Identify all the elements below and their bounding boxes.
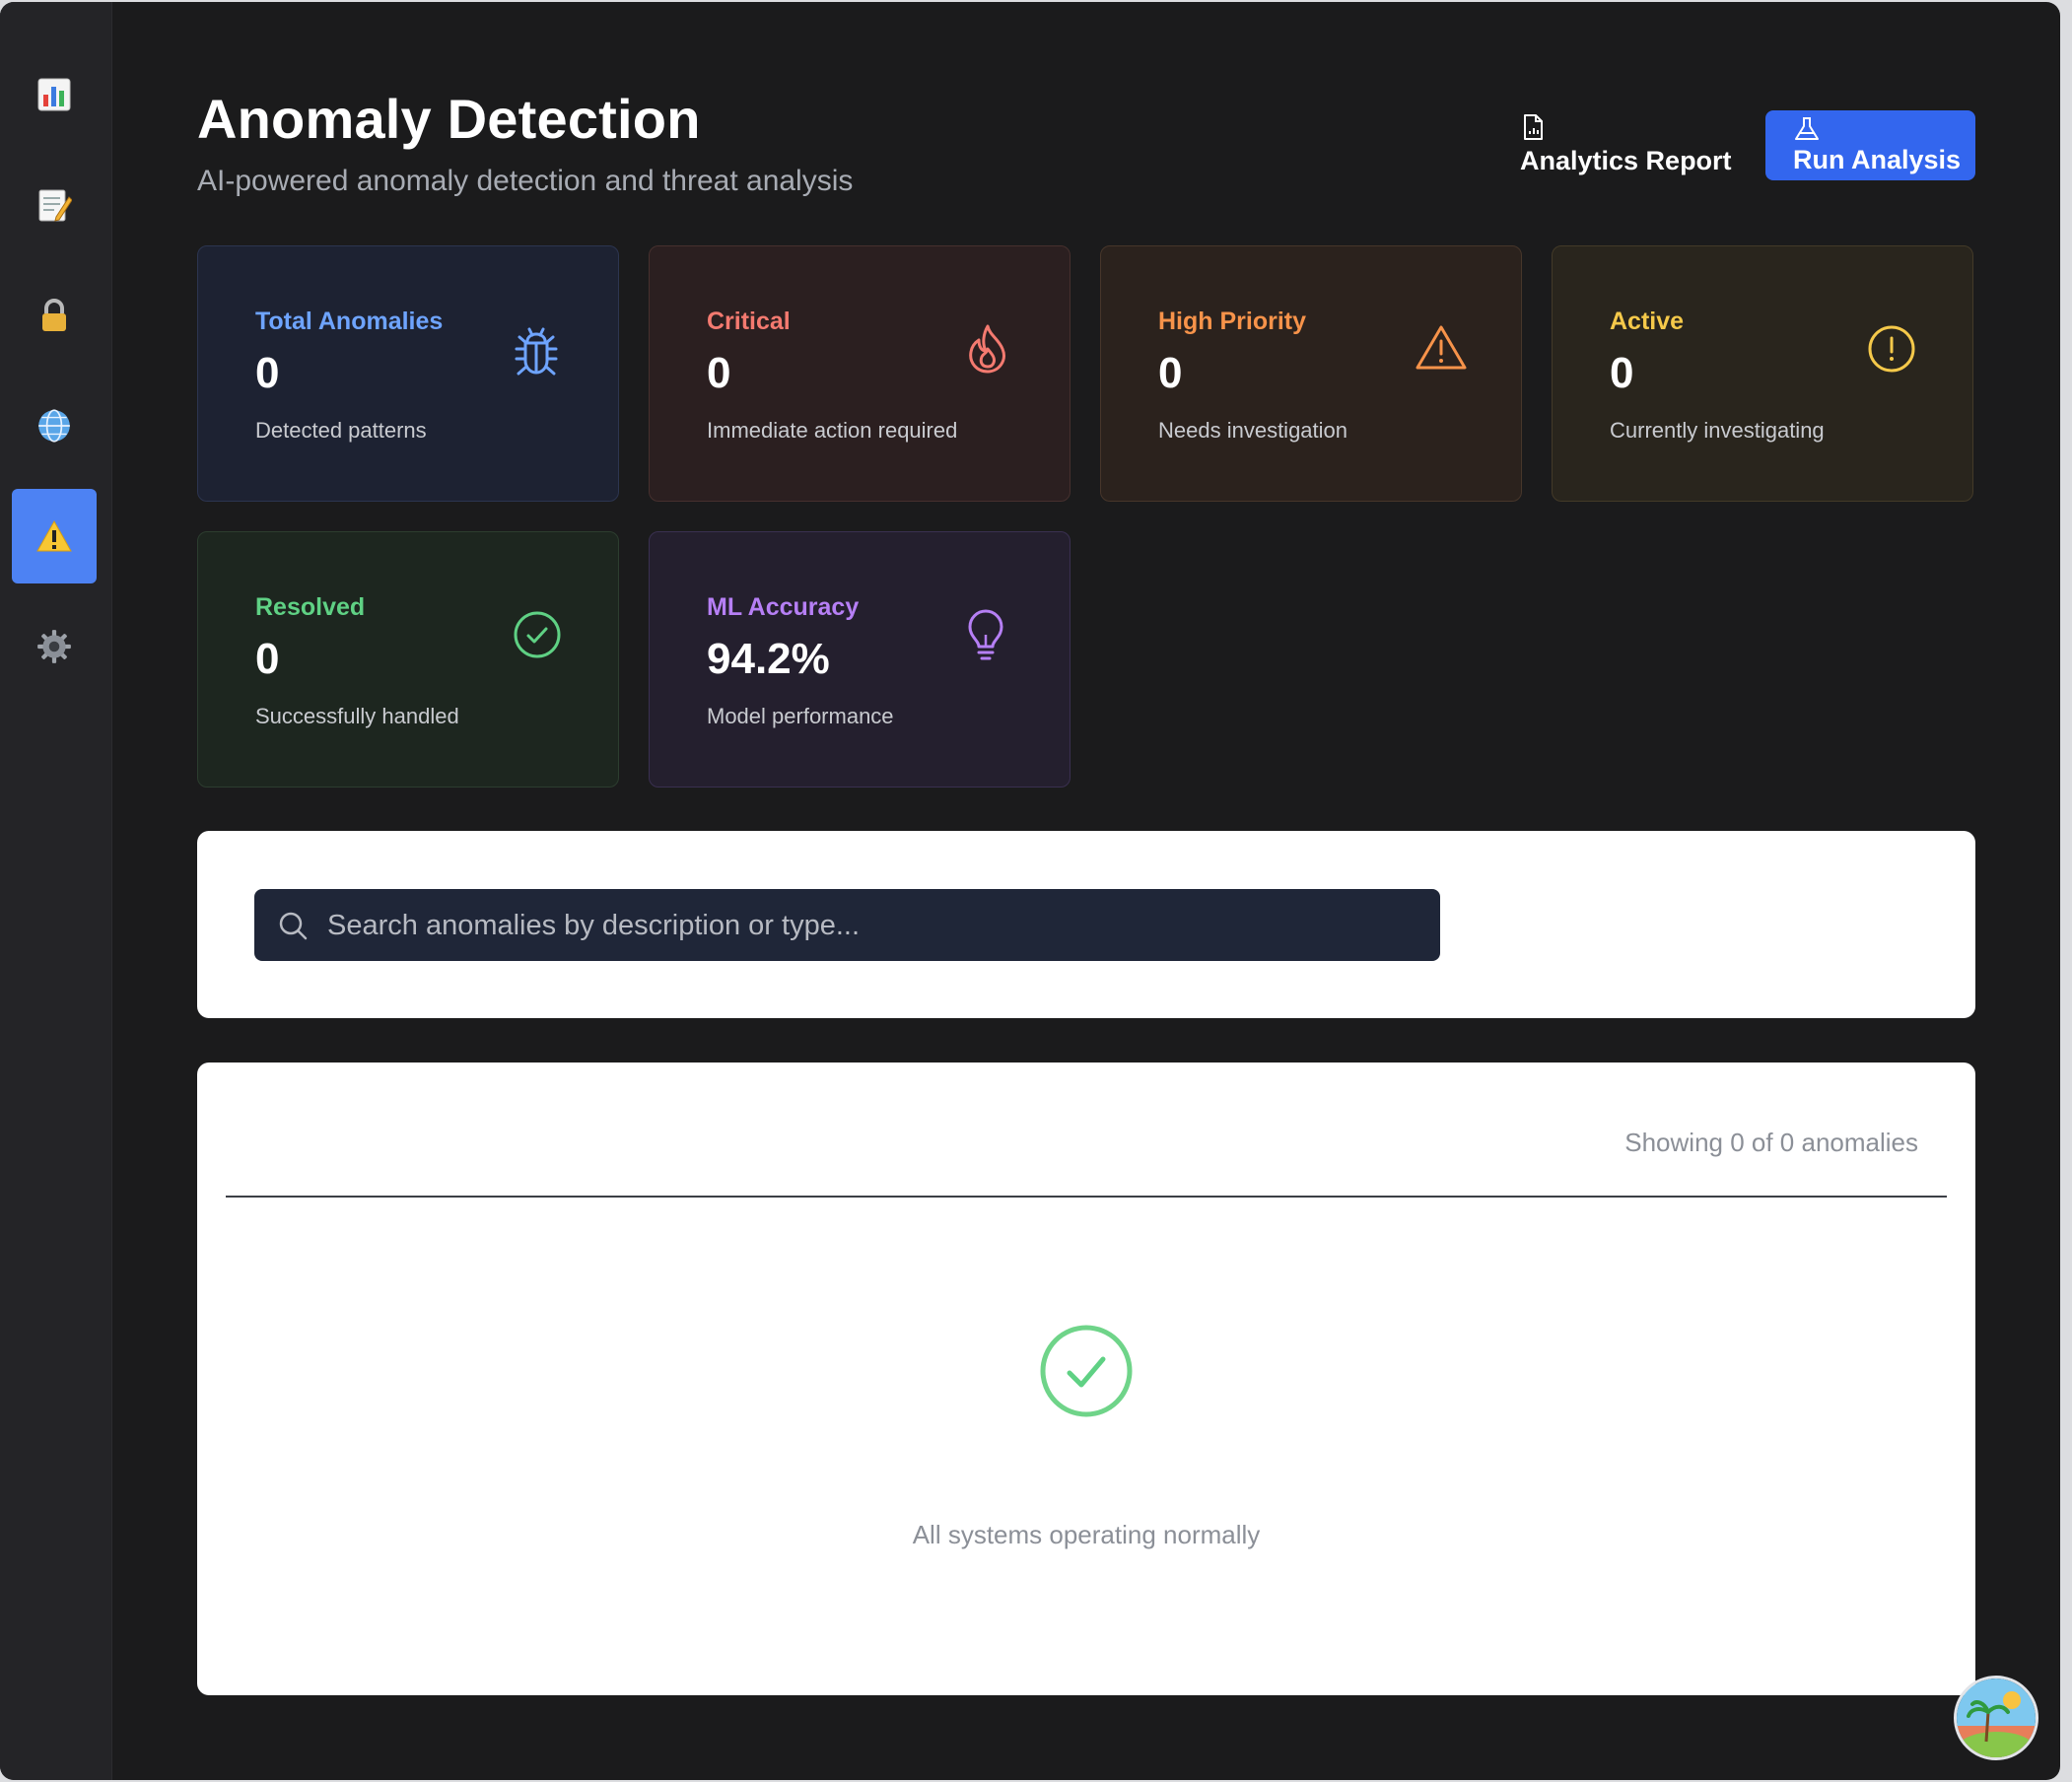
check-circle-icon bbox=[514, 611, 561, 658]
stat-card-total-anomalies: Total Anomalies 0 Detected patterns bbox=[197, 245, 619, 502]
stat-value: 0 bbox=[707, 349, 731, 397]
stat-value: 0 bbox=[255, 349, 280, 397]
stat-card-high-priority: High Priority 0 Needs investigation bbox=[1100, 245, 1522, 502]
stat-description: Detected patterns bbox=[255, 418, 427, 443]
page-subtitle: AI-powered anomaly detection and threat … bbox=[197, 165, 854, 197]
stat-description: Successfully handled bbox=[255, 704, 459, 728]
warning-icon bbox=[36, 519, 72, 552]
avatar[interactable] bbox=[1954, 1676, 2038, 1760]
alert-triangle-icon bbox=[1416, 325, 1467, 370]
stat-label: Resolved bbox=[255, 593, 366, 621]
sidebar bbox=[0, 2, 112, 1780]
stat-card-critical: Critical 0 Immediate action required bbox=[649, 245, 1071, 502]
app-window: Anomaly Detection AI-powered anomaly det… bbox=[0, 2, 2060, 1780]
stat-label: Critical bbox=[707, 308, 791, 335]
analytics-report-label: Analytics Report bbox=[1520, 146, 1732, 175]
file-chart-icon bbox=[1524, 114, 1543, 140]
stat-description: Model performance bbox=[707, 704, 894, 728]
sidebar-item-anomalies[interactable] bbox=[12, 489, 97, 583]
sidebar-item-dashboard[interactable] bbox=[12, 47, 97, 142]
run-analysis-label: Run Analysis bbox=[1793, 145, 1962, 174]
memo-icon bbox=[38, 189, 72, 222]
page-title: Anomaly Detection bbox=[197, 88, 701, 150]
globe-icon bbox=[38, 409, 70, 443]
stat-value: 0 bbox=[255, 635, 280, 683]
flame-icon bbox=[969, 324, 1005, 374]
search-input[interactable] bbox=[325, 889, 1414, 963]
stat-value: 0 bbox=[1158, 349, 1183, 397]
stat-label: Active bbox=[1610, 308, 1685, 335]
bug-icon bbox=[515, 327, 558, 376]
search-icon bbox=[279, 912, 308, 940]
stat-label: High Priority bbox=[1158, 308, 1307, 335]
stat-card-active: Active 0 Currently investigating bbox=[1552, 245, 1973, 502]
sidebar-item-network[interactable] bbox=[12, 378, 97, 473]
sidebar-item-security[interactable] bbox=[12, 268, 97, 363]
run-analysis-button[interactable]: Run Analysis bbox=[1765, 110, 1975, 180]
stat-card-ml-accuracy: ML Accuracy 94.2% Model performance bbox=[649, 531, 1071, 788]
stat-value: 0 bbox=[1610, 349, 1634, 397]
search-panel bbox=[197, 831, 1975, 1018]
sidebar-item-logs[interactable] bbox=[12, 158, 97, 252]
stat-label: Total Anomalies bbox=[255, 308, 444, 335]
search-box bbox=[254, 889, 1440, 963]
flask-icon bbox=[1795, 117, 1819, 140]
gear-icon bbox=[37, 630, 71, 663]
divider bbox=[226, 1196, 1947, 1198]
check-circle-icon bbox=[1040, 1325, 1133, 1417]
alert-circle-icon bbox=[1868, 325, 1915, 373]
bar-chart-icon bbox=[37, 78, 71, 111]
results-count: Showing 0 of 0 anomalies bbox=[1624, 1128, 1918, 1157]
analytics-report-button[interactable]: Analytics Report bbox=[1508, 110, 1732, 185]
stat-description: Needs investigation bbox=[1158, 418, 1348, 443]
stat-value: 94.2% bbox=[707, 635, 830, 683]
stat-description: Currently investigating bbox=[1610, 418, 1825, 443]
stat-description: Immediate action required bbox=[707, 418, 958, 443]
empty-state-message: All systems operating normally bbox=[912, 1520, 1261, 1549]
lightbulb-icon bbox=[968, 609, 1003, 660]
stat-label: ML Accuracy bbox=[707, 593, 860, 621]
anomaly-list-panel: Showing 0 of 0 anomalies All systems ope… bbox=[197, 1062, 1975, 1695]
lock-icon bbox=[42, 299, 66, 331]
stat-card-resolved: Resolved 0 Successfully handled bbox=[197, 531, 619, 788]
island-avatar-icon bbox=[1957, 1679, 2036, 1757]
sidebar-item-settings[interactable] bbox=[12, 599, 97, 694]
